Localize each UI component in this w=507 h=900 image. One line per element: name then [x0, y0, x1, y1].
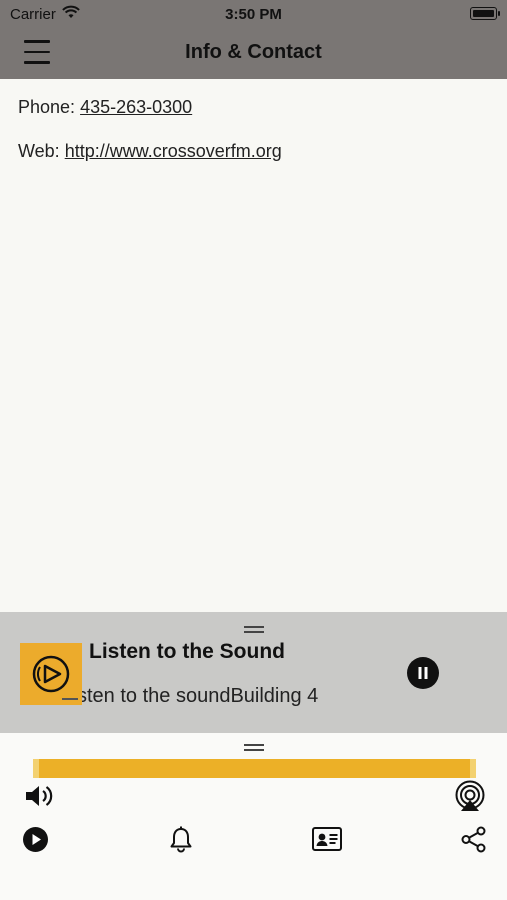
battery-icon: [470, 7, 500, 20]
phone-row: Phone: 435-263-0300: [18, 97, 282, 141]
airplay-icon[interactable]: [454, 780, 486, 817]
panel-drag-handle[interactable]: [244, 744, 264, 751]
banner-image: [33, 759, 476, 778]
web-row: Web: http://www.crossoverfm.org: [18, 141, 282, 185]
contact-card-icon[interactable]: [312, 827, 342, 856]
player-drag-handle[interactable]: [244, 626, 264, 633]
share-icon[interactable]: [461, 826, 486, 858]
bell-icon[interactable]: [169, 826, 193, 858]
contact-info: Phone: 435-263-0300 Web: http://www.cros…: [18, 97, 282, 185]
volume-icon[interactable]: [24, 782, 54, 815]
phone-link[interactable]: 435-263-0300: [80, 97, 192, 117]
play-icon[interactable]: [23, 827, 48, 857]
clock: 3:50 PM: [225, 6, 282, 23]
status-bar: Carrier 3:50 PM: [0, 0, 507, 30]
page-title: Info & Contact: [185, 41, 322, 63]
web-label: Web:: [18, 141, 65, 161]
navigation-bar: Info & Contact: [0, 30, 507, 79]
pause-icon[interactable]: [407, 657, 439, 694]
track-title: Listen to the Sound: [89, 640, 285, 663]
phone-label: Phone:: [18, 97, 81, 117]
bottom-panel: [0, 733, 507, 900]
station-logo-icon: [20, 643, 82, 705]
web-link[interactable]: http://www.crossoverfm.org: [65, 141, 282, 161]
track-subtitle-marquee: sten to the soundBuilding 4: [82, 685, 382, 713]
track-subtitle: sten to the soundBuilding 4: [82, 685, 319, 707]
